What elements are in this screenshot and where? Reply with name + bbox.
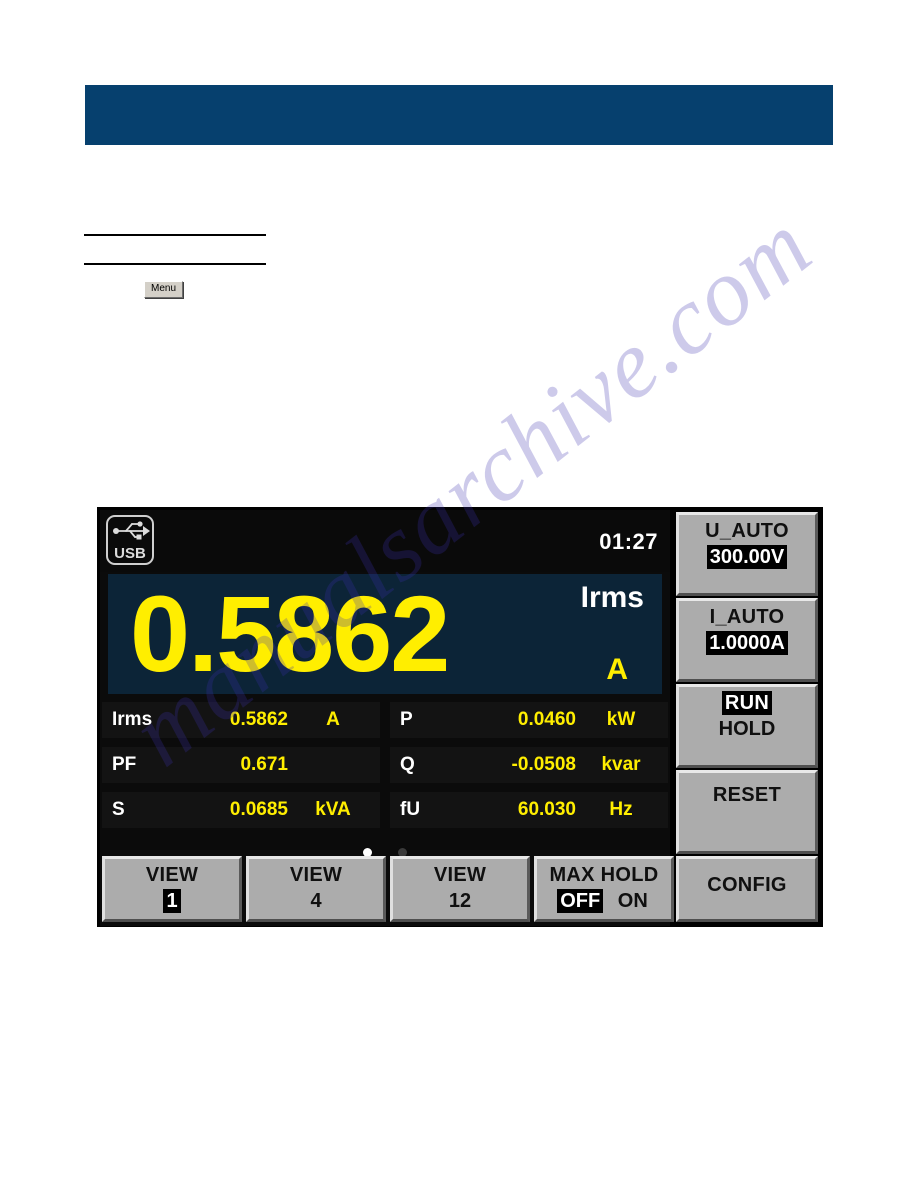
measurement-label: S	[112, 799, 125, 820]
table-row: fU 60.030 Hz	[390, 792, 668, 828]
measurement-value: 0.0685	[229, 799, 288, 820]
measurement-unit: A	[326, 709, 340, 730]
primary-reading-value: 0.5862	[130, 573, 450, 694]
measurement-label: PF	[112, 754, 137, 775]
softkey-u-auto-title: U_AUTO	[705, 520, 789, 542]
measurement-unit: kVA	[315, 799, 351, 820]
measurement-label: fU	[400, 799, 421, 820]
table-row: S 0.0685 kVA	[102, 792, 380, 828]
softkey-max-hold-title: MAX HOLD	[549, 864, 659, 886]
measurement-unit: Hz	[609, 799, 633, 820]
softkey-view-1-title: VIEW	[145, 864, 199, 886]
clock: 01:27	[599, 529, 658, 554]
measurement-value: 0.671	[240, 754, 288, 775]
softkey-reset-title: RESET	[712, 784, 782, 806]
measurement-label: Irms	[112, 709, 153, 730]
device-status-bar: USB 01:27	[100, 510, 670, 572]
softkey-hold-label[interactable]: HOLD	[679, 717, 815, 741]
table-row: Q -0.0508 kvar	[390, 747, 668, 783]
measurement-unit: kW	[606, 709, 636, 730]
table-row: Irms 0.5862 A	[102, 702, 380, 738]
softkey-view-12-title: VIEW	[433, 864, 487, 886]
measurement-value: 0.5862	[229, 709, 288, 730]
primary-reading-quantity: Irms	[580, 581, 644, 614]
measurement-value: 60.030	[517, 799, 576, 820]
measurement-column-right: P 0.0460 kW Q -0.0508 kvar fU 60.030 Hz	[390, 702, 668, 842]
table-row: P 0.0460 kW	[390, 702, 668, 738]
table-row: PF 0.671	[102, 747, 380, 783]
softkey-reset[interactable]: RESET	[676, 770, 818, 854]
horizontal-rule-bottom	[84, 263, 266, 265]
softkey-run-label[interactable]: RUN	[721, 691, 773, 715]
usb-icon: USB	[106, 515, 154, 565]
power-meter-device-screen: USB 01:27 0.5862 Irms A Irms 0.5862 A PF…	[97, 507, 823, 927]
softkey-view-12-value: 12	[448, 890, 472, 912]
measurement-value: 0.0460	[517, 709, 576, 730]
softkey-view-1[interactable]: VIEW 1	[102, 856, 242, 922]
document-header-banner	[85, 85, 833, 145]
softkey-config[interactable]: CONFIG	[676, 856, 818, 922]
softkey-view-4[interactable]: VIEW 4	[246, 856, 386, 922]
softkey-max-hold-off[interactable]: OFF	[557, 889, 604, 913]
measurement-table: Irms 0.5862 A PF 0.671 S 0.0685 kVA P 0.…	[100, 702, 670, 842]
softkey-view-4-title: VIEW	[289, 864, 343, 886]
softkey-view-12[interactable]: VIEW 12	[390, 856, 530, 922]
horizontal-rule-top	[84, 234, 266, 236]
softkey-i-auto-value: 1.0000A	[706, 631, 788, 655]
softkey-i-auto-title: I_AUTO	[709, 606, 785, 628]
softkey-run-hold[interactable]: RUN HOLD	[676, 684, 818, 768]
usb-icon-label: USB	[114, 545, 146, 562]
measurement-unit: kvar	[601, 754, 641, 775]
primary-reading-panel: 0.5862 Irms A	[108, 573, 662, 694]
measurement-value: -0.0508	[511, 754, 576, 775]
menu-button[interactable]: Menu	[144, 281, 184, 298]
primary-reading-unit: A	[606, 653, 628, 686]
measurement-column-left: Irms 0.5862 A PF 0.671 S 0.0685 kVA	[102, 702, 380, 842]
measurement-label: Q	[400, 754, 415, 775]
softkey-u-auto-value: 300.00V	[706, 545, 788, 569]
softkey-config-title: CONFIG	[707, 874, 787, 896]
softkey-i-auto[interactable]: I_AUTO 1.0000A	[676, 598, 818, 682]
softkey-u-auto[interactable]: U_AUTO 300.00V	[676, 512, 818, 596]
softkey-max-hold[interactable]: MAX HOLD OFF ON	[534, 856, 674, 922]
softkey-view-4-value: 4	[310, 890, 322, 912]
softkey-max-hold-on[interactable]: ON	[618, 889, 648, 913]
softkey-view-1-value: 1	[163, 889, 181, 913]
measurement-label: P	[400, 709, 413, 730]
